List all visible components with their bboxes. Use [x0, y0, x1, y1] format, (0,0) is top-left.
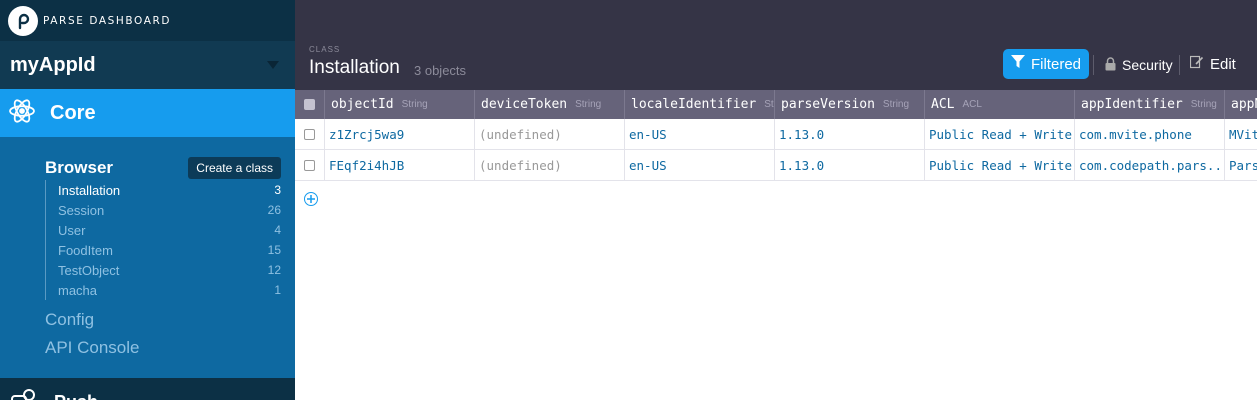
brand-bar: PARSE DASHBOARD [0, 0, 295, 41]
column-header-objectid[interactable]: objectId String [325, 90, 475, 119]
column-name: appIdentifier [1081, 97, 1183, 112]
column-type: String [1190, 99, 1217, 110]
column-header-appname[interactable]: appName String [1225, 90, 1257, 119]
cell-appname[interactable]: Parse [1225, 150, 1257, 180]
edit-icon [1189, 55, 1210, 73]
class-item-label: Session [58, 202, 105, 218]
security-button-label: Security [1122, 57, 1173, 73]
plus-icon [307, 190, 315, 208]
cell-acl[interactable]: Public Read + Write [925, 119, 1075, 149]
page-title: Installation [309, 57, 400, 78]
column-header-parseversion[interactable]: parseVersion String [775, 90, 925, 119]
filter-button[interactable]: Filtered [1003, 49, 1089, 79]
cell-devicetoken[interactable]: (undefined) [475, 119, 625, 149]
class-item-count: 1 [274, 283, 281, 297]
edit-button-label: Edit [1210, 55, 1236, 73]
section-core-label: Core [50, 101, 96, 124]
column-type: String [882, 99, 910, 110]
push-icon [10, 388, 38, 400]
column-type: ACL [962, 99, 982, 110]
object-count: 3 objects [414, 63, 467, 78]
caret-down-icon [267, 61, 279, 69]
class-item-session[interactable]: Session 26 [46, 200, 281, 220]
class-item-macha[interactable]: macha 1 [46, 280, 281, 300]
cell-localeidentifier[interactable]: en-US [625, 150, 775, 180]
cell-appname[interactable]: MVite [1225, 119, 1257, 149]
cell-acl[interactable]: Public Read + Write [925, 150, 1075, 180]
sidebar-link-config[interactable]: Config [45, 310, 94, 330]
cell-parseversion[interactable]: 1.13.0 [775, 119, 925, 149]
lock-icon [1105, 56, 1122, 74]
filter-icon [1010, 55, 1031, 73]
table-row[interactable]: z1Zrcj5wa9 (undefined) en-US 1.13.0 Publ… [295, 119, 1257, 150]
column-name: objectId [331, 97, 394, 112]
column-name: appName [1231, 97, 1257, 112]
class-item-installation[interactable]: Installation 3 [46, 180, 281, 200]
class-item-label: Installation [58, 182, 121, 198]
parse-logo-icon[interactable] [8, 5, 38, 36]
column-name: deviceToken [481, 97, 568, 112]
data-browser-table: objectId String deviceToken String local… [295, 90, 1257, 400]
cell-appidentifier[interactable]: com.mvite.phone [1075, 119, 1225, 149]
edit-button[interactable]: Edit [1189, 54, 1236, 74]
class-item-user[interactable]: User 4 [46, 220, 281, 240]
class-item-testobject[interactable]: TestObject 12 [46, 260, 281, 280]
class-item-count: 15 [267, 243, 281, 257]
column-type: String [575, 99, 602, 110]
brand-name: PARSE DASHBOARD [43, 14, 172, 27]
class-item-label: TestObject [58, 262, 120, 278]
filter-button-label: Filtered [1030, 55, 1082, 73]
column-header-appidentifier[interactable]: appIdentifier String [1075, 90, 1225, 119]
breadcrumb: CLASS [309, 45, 341, 54]
class-item-count: 12 [267, 263, 281, 277]
cell-appidentifier[interactable]: com.codepath.pars... [1075, 150, 1225, 180]
row-select-cell [295, 150, 325, 180]
class-item-count: 4 [274, 223, 281, 237]
table-row[interactable]: FEqf2i4hJB (undefined) en-US 1.13.0 Publ… [295, 150, 1257, 181]
add-row-button[interactable] [304, 192, 318, 206]
class-item-count: 3 [274, 183, 281, 197]
row-checkbox[interactable] [304, 128, 315, 140]
column-name: parseVersion [781, 97, 875, 112]
app-name: myAppId [10, 53, 96, 76]
table-header: objectId String deviceToken String local… [295, 90, 1257, 119]
column-type: String [764, 99, 774, 110]
toolbar-divider [1093, 55, 1094, 75]
column-header-acl[interactable]: ACL ACL [925, 90, 1075, 119]
browser-header: Browser Create a class [45, 157, 281, 179]
column-name: ACL [931, 97, 955, 112]
row-checkbox[interactable] [304, 159, 315, 171]
select-all-checkbox[interactable] [304, 99, 315, 110]
cell-devicetoken[interactable]: (undefined) [475, 150, 625, 180]
atom-icon [8, 97, 36, 130]
browser-title[interactable]: Browser [45, 158, 113, 178]
select-all-cell [295, 90, 325, 119]
toolbar: CLASS Installation 3 objects Filtered Se… [295, 0, 1257, 90]
section-push-label: Push [54, 392, 98, 400]
section-core[interactable]: Core [0, 89, 295, 137]
security-button[interactable]: Security [1105, 55, 1173, 75]
class-item-label: User [58, 222, 86, 238]
cell-objectid[interactable]: z1Zrcj5wa9 [325, 119, 475, 149]
column-type: String [401, 99, 428, 110]
column-header-localeidentifier[interactable]: localeIdentifier String [625, 90, 775, 119]
sidebar: PARSE DASHBOARD myAppId Core Browser Cre… [0, 0, 295, 400]
sidebar-link-api-console[interactable]: API Console [45, 338, 140, 358]
class-item-label: FoodItem [58, 242, 113, 258]
class-item-count: 26 [267, 203, 281, 217]
column-name: localeIdentifier [631, 97, 757, 112]
create-class-button[interactable]: Create a class [188, 157, 281, 179]
section-push[interactable]: Push [0, 378, 295, 400]
class-item-label: macha [58, 282, 98, 298]
row-select-cell [295, 119, 325, 149]
toolbar-divider [1179, 55, 1180, 75]
column-header-devicetoken[interactable]: deviceToken String [475, 90, 625, 119]
cell-parseversion[interactable]: 1.13.0 [775, 150, 925, 180]
app-selector[interactable]: myAppId [0, 41, 295, 89]
cell-localeidentifier[interactable]: en-US [625, 119, 775, 149]
cell-objectid[interactable]: FEqf2i4hJB [325, 150, 475, 180]
class-list: Installation 3 Session 26 User 4 FoodIte… [45, 180, 281, 300]
class-item-fooditem[interactable]: FoodItem 15 [46, 240, 281, 260]
